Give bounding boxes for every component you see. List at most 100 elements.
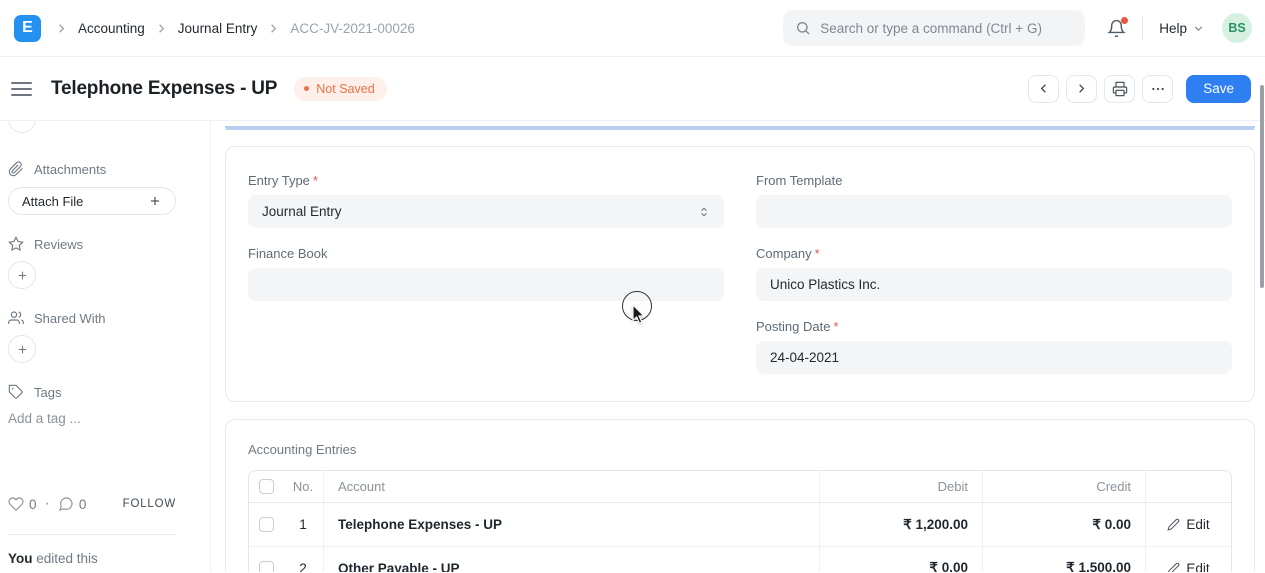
from-template-input[interactable] [756, 195, 1232, 228]
chevron-right-icon [54, 21, 69, 36]
navbar-divider [1142, 16, 1143, 40]
finance-book-input[interactable] [248, 268, 724, 301]
reviews-section-header: Reviews [8, 236, 176, 252]
edited-by-user: You [8, 551, 33, 566]
menu-icon[interactable] [11, 82, 32, 96]
journal-entry-form-card: Entry Type* Journal Entry Finance Book [225, 146, 1255, 402]
breadcrumb-document-id[interactable]: ACC-JV-2021-00026 [290, 21, 415, 36]
edit-row-button[interactable]: Edit [1167, 517, 1209, 532]
select-chevrons-icon [698, 206, 710, 218]
star-icon [8, 236, 24, 252]
assign-button-partial[interactable] [8, 121, 36, 133]
entry-type-label: Entry Type* [248, 173, 724, 188]
page-title: Telephone Expenses - UP [51, 78, 277, 100]
edit-row-button[interactable]: Edit [1167, 561, 1209, 573]
status-dot-icon [304, 86, 309, 91]
edit-label: Edit [1186, 561, 1209, 573]
finance-book-field: Finance Book [248, 246, 724, 301]
more-options-button[interactable] [1142, 75, 1173, 103]
column-header-account: Account [323, 471, 819, 502]
table-row: 2 Other Payable - UP ₹ 0.00 ₹ 1,500.00 E… [249, 546, 1231, 572]
required-marker: * [313, 173, 318, 188]
column-header-no: No. [283, 471, 323, 502]
table-header-row: No. Account Debit Credit [249, 471, 1231, 503]
plus-icon [148, 194, 162, 208]
count-separator: · [45, 495, 50, 513]
accounting-entries-section-label: Accounting Entries [248, 442, 1232, 457]
header-actions: Save [1028, 75, 1251, 103]
print-button[interactable] [1104, 75, 1135, 103]
user-avatar[interactable]: BS [1222, 13, 1252, 43]
search-input[interactable] [820, 21, 1073, 36]
column-header-credit: Credit [982, 471, 1145, 502]
app-window: E Accounting Journal Entry ACC-JV-2021-0… [0, 0, 1265, 573]
help-menu[interactable]: Help [1159, 21, 1205, 36]
required-marker: * [833, 319, 838, 334]
reviews-label: Reviews [34, 237, 83, 252]
shared-with-label: Shared With [34, 311, 106, 326]
add-review-wrapper [8, 261, 36, 289]
credit-cell[interactable]: ₹ 1,500.00 [982, 547, 1145, 572]
posting-date-input[interactable]: 24-04-2021 [756, 341, 1232, 374]
account-cell[interactable]: Telephone Expenses - UP [323, 503, 819, 546]
row-checkbox[interactable] [259, 561, 274, 573]
posting-date-label: Posting Date* [756, 319, 1232, 334]
row-checkbox[interactable] [259, 517, 274, 532]
tag-icon [8, 384, 24, 400]
pencil-icon [1167, 562, 1180, 573]
add-share-wrapper [8, 335, 36, 363]
next-document-button[interactable] [1066, 75, 1097, 103]
edited-action-text: edited this [33, 551, 98, 566]
heart-icon[interactable] [8, 496, 24, 512]
row-number: 1 [283, 503, 323, 546]
required-marker: * [815, 246, 820, 261]
debit-cell[interactable]: ₹ 0.00 [819, 547, 982, 572]
sidebar-divider [8, 534, 176, 535]
previous-document-button[interactable] [1028, 75, 1059, 103]
add-tag-input[interactable]: Add a tag ... [8, 411, 176, 426]
entry-type-field: Entry Type* Journal Entry [248, 173, 724, 228]
document-sidebar: Attachments Attach File Reviews Shared W… [0, 121, 211, 572]
accounting-entries-table: No. Account Debit Credit 1 Telephone Exp… [248, 470, 1232, 572]
tags-section-header: Tags [8, 384, 176, 400]
account-cell[interactable]: Other Payable - UP [323, 547, 819, 572]
erpnext-logo[interactable]: E [14, 15, 41, 42]
window-scrollbar[interactable] [1260, 85, 1264, 288]
like-count: 0 [29, 497, 37, 512]
status-badge-label: Not Saved [316, 82, 374, 96]
finance-book-label: Finance Book [248, 246, 724, 261]
shared-with-section-header: Shared With [8, 310, 176, 326]
comment-count: 0 [79, 497, 87, 512]
attachments-label: Attachments [34, 162, 106, 177]
chevron-down-icon [1192, 22, 1205, 35]
column-header-debit: Debit [819, 471, 982, 502]
attach-file-button[interactable]: Attach File [8, 187, 176, 215]
add-share-button[interactable] [8, 335, 36, 363]
comment-icon[interactable] [58, 496, 74, 512]
users-icon [8, 310, 24, 326]
content-area: Attachments Attach File Reviews Shared W… [0, 121, 1265, 572]
add-review-button[interactable] [8, 261, 36, 289]
help-label: Help [1159, 21, 1187, 36]
debit-cell[interactable]: ₹ 1,200.00 [819, 503, 982, 546]
ellipsis-icon [1150, 81, 1166, 97]
follow-button[interactable]: FOLLOW [123, 498, 176, 510]
notifications-button[interactable] [1107, 19, 1126, 38]
from-template-field: From Template [756, 173, 1232, 228]
breadcrumb-accounting[interactable]: Accounting [78, 21, 145, 36]
entry-type-select[interactable]: Journal Entry [248, 195, 724, 228]
breadcrumb-journal-entry[interactable]: Journal Entry [178, 21, 258, 36]
posting-date-field: Posting Date* 24-04-2021 [756, 319, 1232, 374]
table-row: 1 Telephone Expenses - UP ₹ 1,200.00 ₹ 0… [249, 503, 1231, 546]
chevron-right-icon [1074, 81, 1089, 96]
global-search[interactable] [783, 10, 1085, 46]
credit-cell[interactable]: ₹ 0.00 [982, 503, 1145, 546]
save-button[interactable]: Save [1186, 75, 1251, 103]
chevron-right-icon [154, 21, 169, 36]
form-tabs-indicator [225, 126, 1255, 130]
select-all-checkbox[interactable] [259, 479, 274, 494]
company-input[interactable]: Unico Plastics Inc. [756, 268, 1232, 301]
from-template-label: From Template [756, 173, 1232, 188]
company-label: Company* [756, 246, 1232, 261]
form-right-column: From Template Company* Unico Plastics In… [756, 173, 1232, 392]
